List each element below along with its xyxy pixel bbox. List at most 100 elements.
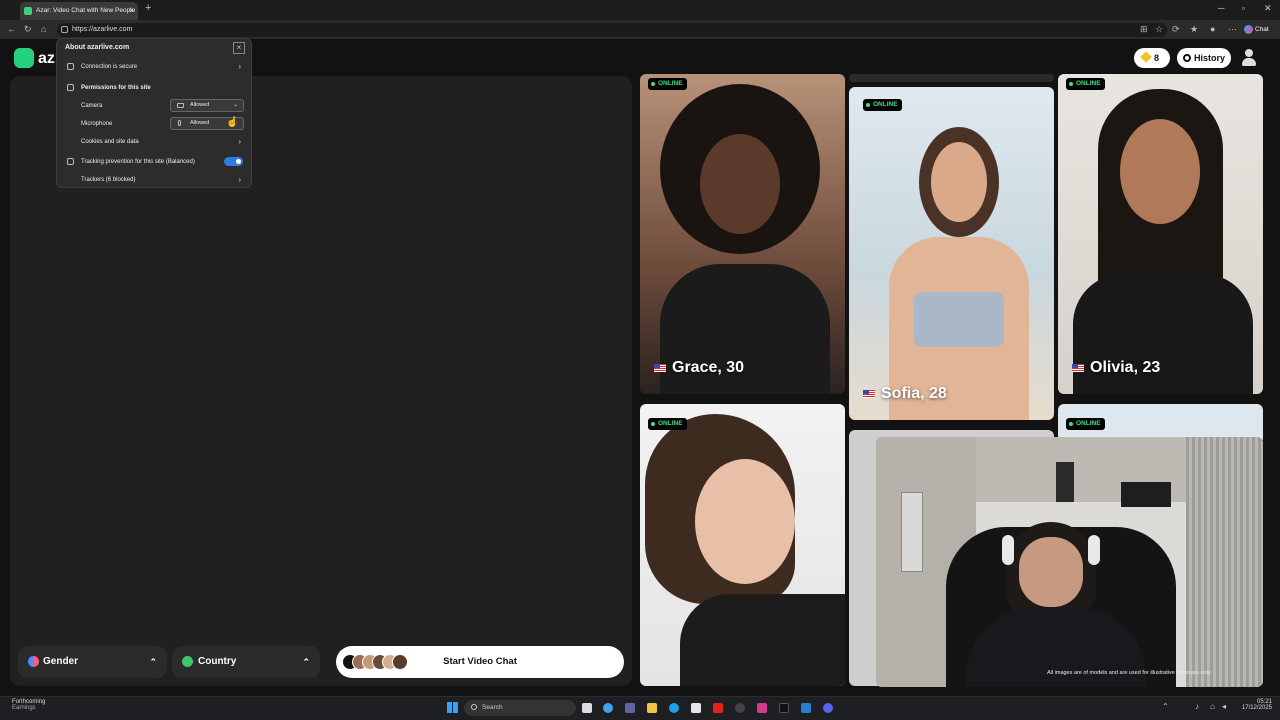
task-view-icon[interactable] (582, 703, 592, 713)
tiktok-icon[interactable] (779, 703, 789, 713)
browser-tab[interactable]: Azar: Video Chat with New People × (20, 2, 138, 20)
youtube-icon[interactable] (713, 703, 723, 713)
online-badge: ONLINE (1066, 78, 1105, 90)
gem-icon (1140, 51, 1152, 63)
face (1019, 537, 1083, 607)
online-badge: ONLINE (863, 99, 902, 111)
copilot-chat-button[interactable]: Chat (1244, 23, 1269, 37)
tab-bar (0, 0, 1280, 20)
disclaimer-text: All images are of models and are used fo… (1047, 670, 1212, 676)
us-flag-icon (863, 389, 875, 398)
coins-button[interactable]: 8 (1134, 48, 1170, 68)
face (931, 142, 987, 222)
microphone-label: Microphone (81, 121, 113, 127)
search-icon (471, 704, 477, 710)
network-icon[interactable]: ⌂ (1210, 702, 1215, 711)
chat-label: Chat (1255, 26, 1269, 33)
start-video-chat-label: Start Video Chat (443, 656, 517, 667)
azar-logo-icon[interactable] (14, 48, 34, 68)
tab-title: Azar: Video Chat with New People (36, 7, 136, 14)
windows-start-icon[interactable] (447, 702, 458, 713)
face (700, 134, 780, 234)
new-tab-icon[interactable]: + (145, 2, 151, 14)
taskbar-clock[interactable]: 05:21 17/12/2025 (1240, 699, 1272, 711)
camera-permission-select[interactable]: Allowed ⌄ (170, 99, 244, 112)
favorites-icon[interactable]: ★ (1190, 24, 1198, 35)
history-button[interactable]: History (1177, 48, 1231, 68)
start-video-chat-button[interactable]: Start Video Chat (336, 646, 624, 678)
gender-icon (28, 656, 39, 667)
tray-overflow-icon[interactable]: ⌃ (1162, 702, 1169, 711)
extensions-icon[interactable]: ⟳ (1172, 24, 1180, 35)
outfit (680, 594, 845, 686)
mouse-cursor-icon: ☝ (226, 117, 239, 128)
tracking-label: Tracking prevention for this site (Balan… (81, 159, 195, 165)
refresh-icon[interactable]: ↻ (24, 24, 32, 35)
us-flag-icon (654, 363, 666, 372)
home-icon[interactable]: ⌂ (41, 24, 46, 34)
close-window-icon[interactable]: ✕ (1264, 3, 1272, 14)
store-icon[interactable] (691, 703, 701, 713)
volume-icon[interactable]: ◂ (1222, 702, 1226, 711)
self-view-webcam (876, 437, 1263, 687)
more-menu-icon[interactable]: ⋯ (1228, 24, 1237, 35)
profile-avatar-icon[interactable]: ● (1210, 24, 1215, 34)
chevron-up-icon: ⌃ (302, 657, 310, 667)
permissions-heading: Permissions for this site (81, 85, 151, 91)
taskbar-search[interactable]: Search (464, 700, 576, 716)
site-info-icon[interactable] (61, 26, 68, 33)
close-icon[interactable]: × (233, 42, 245, 54)
clock-icon (1183, 54, 1191, 62)
trackers-row[interactable]: Trackers (6 blocked) › (57, 173, 251, 187)
todo-icon[interactable] (801, 703, 811, 713)
cookies-label: Cookies and site data (81, 139, 139, 145)
taskbar (0, 696, 1280, 720)
microphone-tray-icon[interactable]: ♪ (1195, 702, 1199, 711)
file-explorer-icon[interactable] (647, 703, 657, 713)
copilot-app-icon[interactable] (603, 703, 613, 713)
camera-value: Allowed (190, 102, 210, 108)
avatar (392, 654, 408, 670)
instagram-icon[interactable] (757, 703, 767, 713)
cookies-row[interactable]: Cookies and site data › (57, 135, 251, 149)
chevron-down-icon: ⌄ (233, 102, 238, 108)
discord-icon[interactable] (823, 703, 833, 713)
edge-icon[interactable] (669, 703, 679, 713)
chatgpt-icon[interactable] (735, 703, 745, 713)
azar-logo-text[interactable]: az (38, 50, 55, 68)
weather-subtitle: Earnings (12, 705, 36, 711)
azar-favicon (24, 7, 32, 15)
site-info-popup: About azarlive.com × Connection is secur… (56, 38, 252, 188)
profile-icon[interactable] (1241, 49, 1257, 67)
connection-row[interactable]: Connection is secure › (57, 60, 251, 74)
minimize-icon[interactable]: ─ (1218, 3, 1224, 13)
maximize-icon[interactable]: ▫ (1242, 3, 1245, 13)
country-filter[interactable]: Country ⌃ (172, 646, 320, 678)
profile-name: Sofia, 28 (863, 385, 947, 403)
country-label: Country (198, 656, 237, 667)
gender-filter[interactable]: Gender ⌃ (18, 646, 167, 678)
connection-label: Connection is secure (81, 64, 138, 70)
profile-card-grace[interactable]: ONLINE Grace, 30 (640, 74, 845, 394)
profile-card-sofia[interactable]: ONLINE Sofia, 28 (849, 87, 1054, 420)
url-field[interactable]: https://azarlive.com (57, 23, 1167, 37)
tracking-toggle[interactable] (224, 157, 243, 166)
tab-close-icon[interactable]: × (129, 2, 134, 20)
favorite-star-icon[interactable]: ☆ (1155, 24, 1163, 35)
teams-icon[interactable] (625, 703, 635, 713)
headphones (1002, 535, 1014, 565)
profile-card-olivia[interactable]: ONLINE Olivia, 23 (1058, 74, 1263, 394)
us-flag-icon (1072, 363, 1084, 372)
microphone-icon (178, 120, 181, 126)
back-icon[interactable]: ← (7, 24, 16, 34)
wall-mirror (901, 492, 923, 572)
search-placeholder: Search (482, 704, 503, 711)
outfit (914, 292, 1004, 347)
face (695, 459, 795, 584)
microphone-value: Allowed (190, 120, 210, 126)
card-top-strip (849, 74, 1054, 82)
weather-widget[interactable]: Forthcoming Earnings (12, 699, 45, 711)
apps-icon[interactable]: ⊞ (1140, 24, 1148, 35)
online-badge: ONLINE (1066, 418, 1105, 430)
profile-card-4[interactable]: ONLINE (640, 404, 845, 686)
